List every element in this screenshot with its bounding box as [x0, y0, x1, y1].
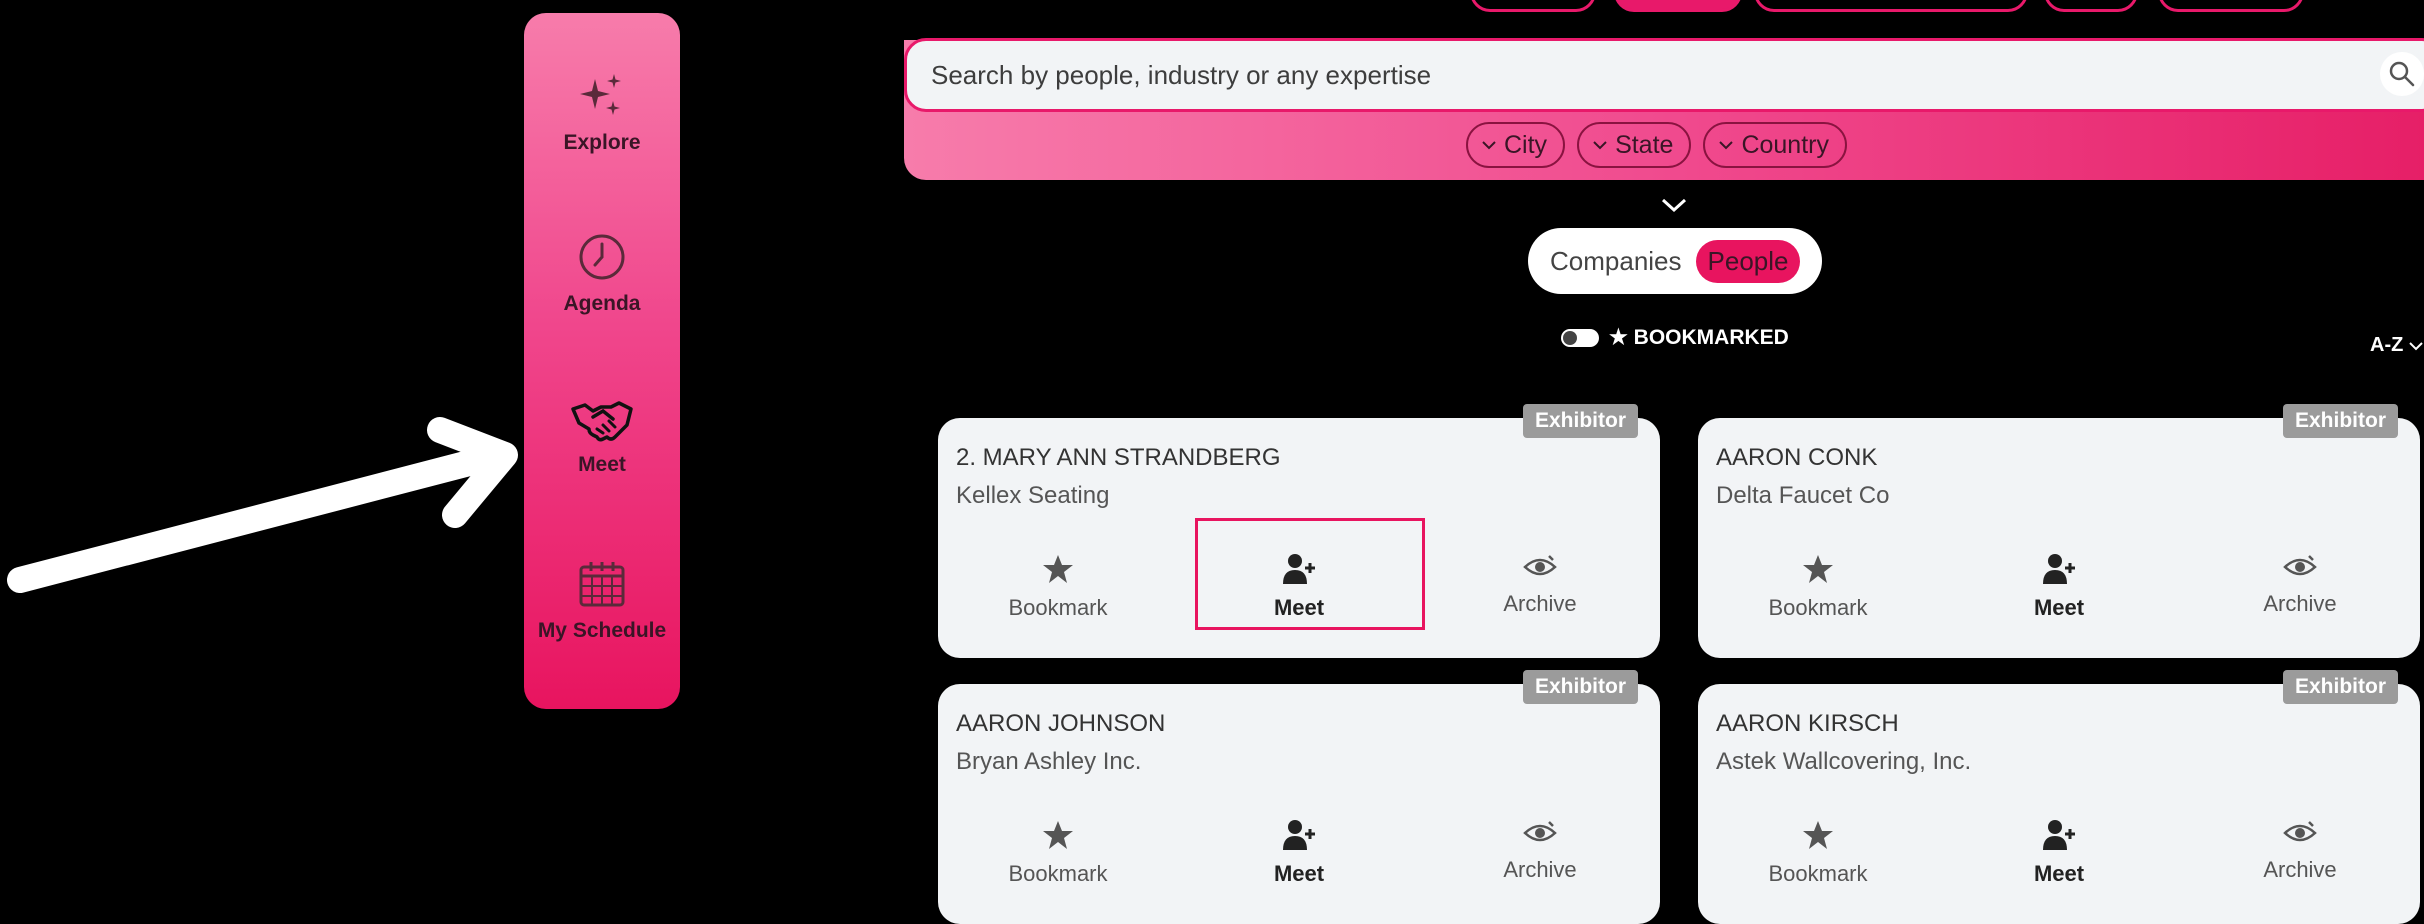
sidebar-item-label: Agenda: [563, 292, 641, 315]
top-tab-4[interactable]: [2044, 0, 2138, 12]
person-name: AARON KIRSCH: [1716, 710, 1899, 737]
action-label: Bookmark: [1768, 861, 1868, 886]
person-card: Exhibitor AARON JOHNSON Bryan Ashley Inc…: [938, 670, 1660, 924]
sparkles-icon: [580, 74, 621, 115]
action-label: Archive: [1503, 857, 1577, 882]
add-person-icon: [1283, 820, 1315, 850]
sort-dropdown[interactable]: A-Z: [2370, 334, 2423, 357]
bookmarked-filter[interactable]: ★ BOOKMARKED: [1561, 325, 1789, 350]
tab-people[interactable]: People: [1695, 239, 1801, 283]
exhibitor-badge: Exhibitor: [1522, 670, 1638, 704]
filter-city[interactable]: City: [1466, 122, 1566, 168]
action-label: Bookmark: [1768, 595, 1868, 620]
meet-highlight-box: [1195, 518, 1425, 630]
sidebar-item-meet[interactable]: Meet: [524, 399, 680, 477]
add-person-icon: [2043, 554, 2075, 584]
eye-slash-icon: [2283, 821, 2317, 842]
bookmark-button[interactable]: Bookmark: [1703, 553, 1933, 621]
chevron-down-icon: [1719, 141, 1734, 150]
company-name: Kellex Seating: [956, 482, 1110, 509]
top-tab-3[interactable]: [1754, 0, 2028, 12]
top-tab-2[interactable]: [1614, 0, 1742, 12]
archive-button[interactable]: Archive: [2185, 819, 2415, 883]
sidebar-item-label: Explore: [563, 131, 641, 154]
add-person-icon: [2043, 820, 2075, 850]
bookmark-button[interactable]: Bookmark: [1703, 819, 1933, 887]
meet-button[interactable]: Meet: [1184, 819, 1414, 887]
sidebar-item-label: My Schedule: [537, 619, 667, 642]
chevron-down-icon: [2409, 342, 2423, 351]
sidebar-item-my-schedule[interactable]: My Schedule: [524, 559, 680, 643]
search-button[interactable]: [2380, 52, 2424, 96]
filter-state[interactable]: State: [1577, 122, 1692, 168]
star-icon: [1043, 555, 1073, 583]
person-name: AARON CONK: [1716, 444, 1878, 471]
bookmark-button[interactable]: Bookmark: [943, 819, 1173, 887]
bookmark-button[interactable]: Bookmark: [943, 553, 1173, 621]
archive-button[interactable]: Archive: [2185, 553, 2415, 617]
eye-slash-icon: [2283, 555, 2317, 576]
action-label: Archive: [1503, 591, 1577, 616]
chevron-down-icon: [1593, 141, 1607, 150]
clock-icon: [579, 234, 625, 280]
companies-people-toggle: Companies People: [1528, 228, 1822, 294]
calendar-icon: [579, 562, 625, 607]
star-icon: [1803, 821, 1833, 849]
person-name: 2. MARY ANN STRANDBERG: [956, 444, 1281, 471]
search-input[interactable]: Search by people, industry or any expert…: [904, 38, 2424, 112]
archive-button[interactable]: Archive: [1425, 819, 1655, 883]
filter-country[interactable]: Country: [1703, 122, 1847, 168]
action-label: Meet: [1273, 861, 1325, 886]
person-card: Exhibitor AARON KIRSCH Astek Wallcoverin…: [1698, 670, 2420, 924]
company-name: Delta Faucet Co: [1716, 482, 1890, 509]
exhibitor-badge: Exhibitor: [1522, 404, 1638, 438]
person-card: Exhibitor AARON CONK Delta Faucet Co Boo…: [1698, 404, 2420, 658]
action-label: Meet: [2033, 595, 2085, 620]
exhibitor-badge: Exhibitor: [2282, 404, 2398, 438]
chevron-down-icon: [1482, 141, 1496, 150]
sidebar: Explore Agenda Meet My Schedule: [524, 13, 680, 709]
sort-label: A-Z: [2370, 334, 2404, 356]
top-tab-1[interactable]: [1470, 0, 1596, 12]
star-icon: [1043, 821, 1073, 849]
annotation-arrow-icon: [7, 417, 518, 593]
action-label: Archive: [2263, 591, 2337, 616]
eye-slash-icon: [1523, 821, 1557, 842]
action-label: Bookmark: [1008, 595, 1108, 620]
location-filters: City State Country: [1466, 122, 1847, 168]
filter-label: Country: [1741, 130, 1829, 159]
search-placeholder: Search by people, industry or any expert…: [931, 59, 1432, 90]
filter-label: State: [1615, 130, 1674, 159]
action-label: Bookmark: [1008, 861, 1108, 886]
star-icon: [1803, 555, 1833, 583]
handshake-icon: [571, 401, 633, 442]
search-icon: [2389, 61, 2415, 87]
tab-companies[interactable]: Companies: [1550, 246, 1682, 277]
eye-slash-icon: [1523, 555, 1557, 576]
sidebar-item-label: Meet: [578, 453, 626, 476]
sidebar-item-explore[interactable]: Explore: [524, 71, 680, 155]
person-name: AARON JOHNSON: [956, 710, 1166, 737]
action-label: Archive: [2263, 857, 2337, 882]
expand-chevron-icon[interactable]: [1660, 196, 1688, 214]
exhibitor-badge: Exhibitor: [2282, 670, 2398, 704]
action-label: Meet: [2033, 861, 2085, 886]
meet-button[interactable]: Meet: [1944, 819, 2174, 887]
sidebar-item-agenda[interactable]: Agenda: [524, 232, 680, 316]
archive-button[interactable]: Archive: [1425, 553, 1655, 617]
meet-button[interactable]: Meet: [1944, 553, 2174, 621]
bookmarked-label: ★ BOOKMARKED: [1609, 326, 1789, 349]
company-name: Astek Wallcovering, Inc.: [1716, 748, 1972, 775]
filter-label: City: [1504, 130, 1548, 159]
bookmarked-switch[interactable]: [1561, 328, 1599, 347]
top-tab-5[interactable]: [2158, 0, 2304, 12]
company-name: Bryan Ashley Inc.: [956, 748, 1142, 775]
